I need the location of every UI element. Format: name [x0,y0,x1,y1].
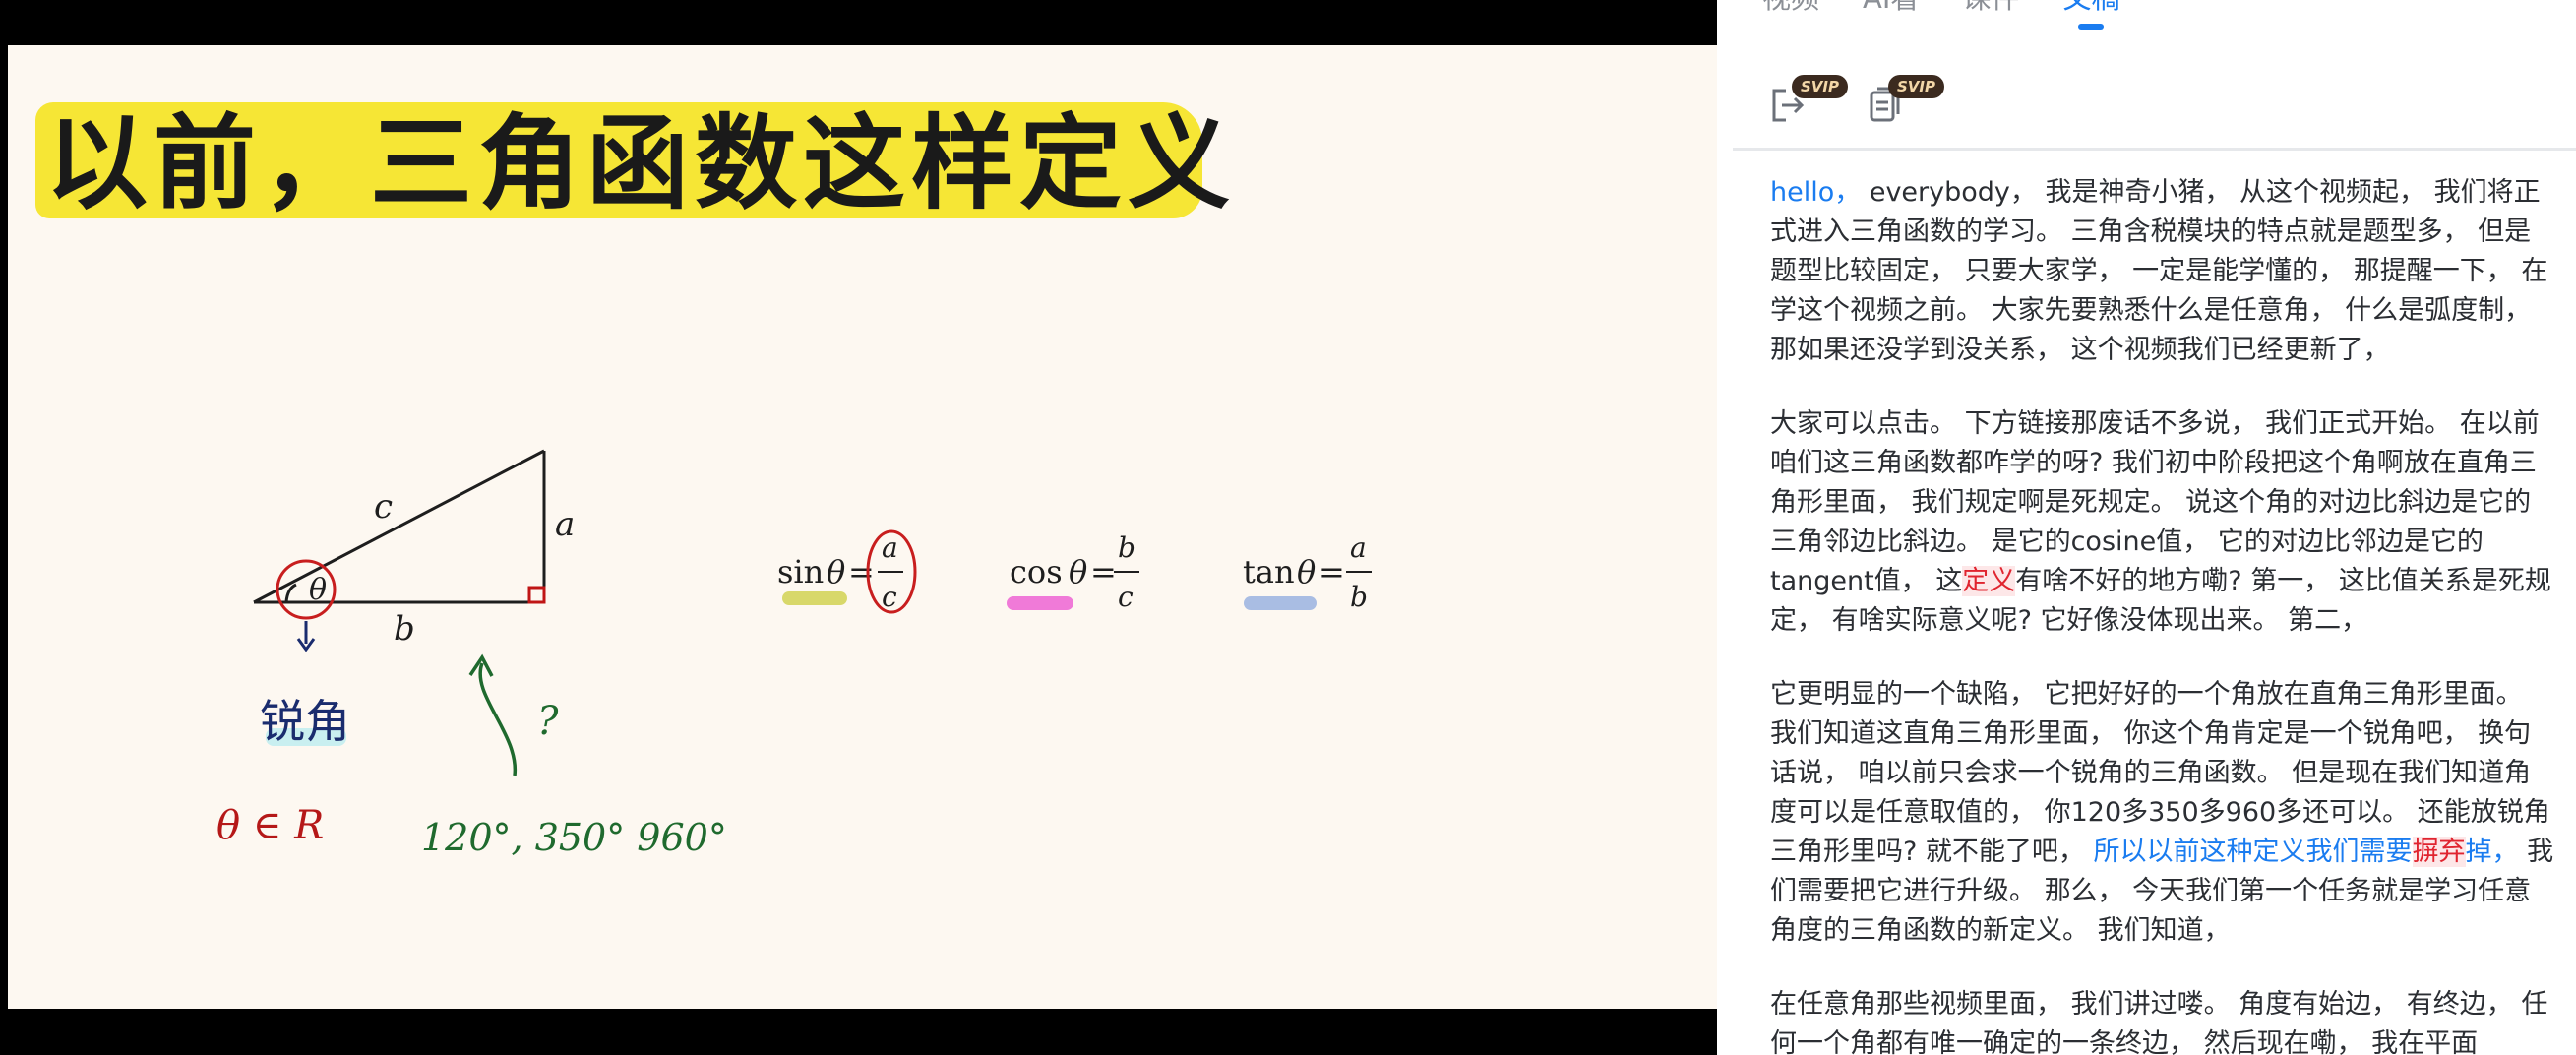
formula-tan-num: a [1350,531,1367,564]
panel-divider [1733,148,2576,151]
formula-cos-underline [1007,596,1073,610]
label-adjacent: b [394,609,415,649]
formula-cos-fn: cos [1010,553,1063,590]
question-mark: ? [537,699,559,744]
document-button[interactable]: SVIP [1863,75,1944,130]
label-opposite: a [555,505,575,544]
transcript-segment[interactable]: 所以以前这种定义我们需要 [2094,837,2413,867]
formula-tan-theta: θ [1297,553,1316,590]
video-player[interactable]: 以前，三角函数这样定义 c a b θ 锐角 ? θ ∈ R 120°, 350… [0,0,1717,1055]
tab-transcript[interactable]: 文稿 [2062,0,2119,18]
tab-courseware[interactable]: 课件 [1962,0,2019,18]
formula-cos-theta: θ [1069,553,1087,590]
label-angle: θ [309,573,327,607]
transcript-segment[interactable]: 定义 [1962,566,2016,596]
svg-text:=: = [1090,553,1117,590]
transcript-segment[interactable]: 摒弃 [2412,837,2466,867]
formula-cos: cos θ = b c [1007,531,1139,613]
angle-arc [284,583,297,603]
tab-video[interactable]: 视频 [1762,0,1819,18]
formula-tan: tan θ = a b [1243,531,1372,613]
right-angle-marker [527,586,546,604]
transcript-paragraph[interactable]: 在任意角那些视频里面， 我们讲过喽。 角度有始边， 有终边， 任何一个角都有唯一… [1770,985,2557,1055]
formula-sin-num: a [882,531,898,564]
formula-sin-den: c [882,581,897,613]
formula-tan-underline [1244,596,1317,610]
acute-label: 锐角 [260,695,350,748]
formula-sin-fn: sin [777,553,824,590]
formula-sin-underline [782,591,847,605]
right-triangle [253,449,546,604]
side-panel: 视频 AI看 课件 文稿 SVIP SVIP hello， everybody，… [1717,0,2576,1055]
formula-tan-den: b [1350,581,1368,613]
transcript-segment[interactable]: everybody， 我是神奇小猪， 从这个视频起， 我们将正式进入三角函数的学… [1770,177,2547,365]
transcript-segment[interactable]: hello， [1770,177,1861,208]
formula-sin-theta: θ [827,553,845,590]
formula-cos-den: c [1118,581,1134,613]
question-arrow [478,662,517,776]
label-hypotenuse: c [374,487,393,527]
export-button[interactable]: SVIP [1766,75,1848,130]
transcript-paragraph[interactable]: 大家可以点击。 下方链接那废话不多说， 我们正式开始。 在以前咱们这三角函数都咋… [1770,404,2557,641]
lecture-slide: 以前，三角函数这样定义 c a b θ 锐角 ? θ ∈ R 120°, 350… [8,45,1717,1009]
svg-text:=: = [848,553,875,590]
transcript-segment[interactable]: 掉， [2466,837,2519,867]
formula-sin: sin θ = a c [777,529,917,614]
transcript-paragraph[interactable]: hello， everybody， 我是神奇小猪， 从这个视频起， 我们将正式进… [1770,173,2557,370]
transcript-text[interactable]: hello， everybody， 我是神奇小猪， 从这个视频起， 我们将正式进… [1770,173,2557,1055]
tab-ai-watch[interactable]: AI看 [1863,0,1919,18]
angles-text: 120°, 350° 960° [421,816,727,859]
svip-badge: SVIP [1792,75,1848,98]
svg-text:=: = [1319,553,1345,590]
svip-badge: SVIP [1888,75,1944,98]
panel-tabs: 视频 AI看 课件 文稿 [1762,0,2119,18]
transcript-paragraph[interactable]: 它更明显的一个缺陷， 它把好好的一个角放在直角三角形里面。 我们知道这直角三角形… [1770,675,2557,951]
theta-in-r: θ ∈ R [216,803,324,848]
transcript-segment[interactable]: 在任意角那些视频里面， 我们讲过喽。 角度有始边， 有终边， 任何一个角都有唯一… [1770,989,2547,1055]
triangle-diagram: c a b θ 锐角 ? θ ∈ R 120°, 350° 960° sin θ… [216,449,1372,859]
formula-cos-num: b [1118,531,1135,564]
formula-tan-fn: tan [1243,553,1295,590]
